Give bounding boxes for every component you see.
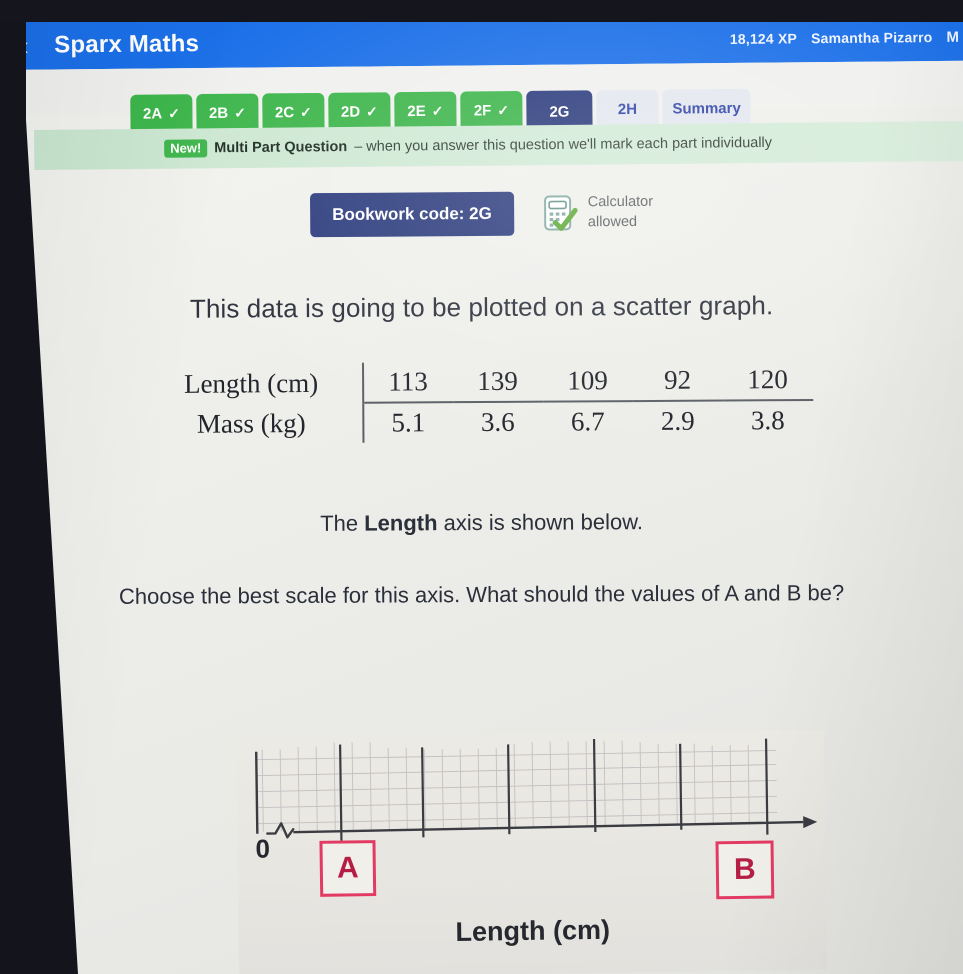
tab-2f[interactable]: 2F ✓ — [460, 90, 523, 130]
axis-arrow-icon — [803, 816, 818, 829]
user-name[interactable]: Samantha Pizarro — [811, 29, 933, 46]
tab-2e[interactable]: 2E ✓ — [394, 91, 457, 131]
grid-lines — [256, 740, 778, 832]
tab-2d[interactable]: 2D ✓ — [328, 92, 391, 131]
banner-description: – when you answer this question we'll ma… — [354, 134, 773, 155]
check-icon: ✓ — [234, 104, 246, 121]
screen-photo: ‹ Sparx Maths 18,124 XP Samantha Pizarro… — [0, 0, 963, 974]
question-intro: This data is going to be plotted on a sc… — [189, 290, 774, 324]
cell-mass-1: 5.1 — [391, 407, 426, 438]
axis-break-symbol — [266, 822, 295, 839]
multi-part-banner: New! Multi Part Question – when you answ… — [34, 121, 963, 170]
tab-2h[interactable]: 2H — [596, 89, 659, 129]
app-page: ‹ Sparx Maths 18,124 XP Samantha Pizarro… — [0, 22, 963, 974]
question-line-2-suffix: axis is shown below. — [437, 509, 644, 536]
app-title: Sparx Maths — [54, 30, 200, 59]
axis-zero-label: 0 — [255, 833, 271, 864]
cell-length-1: 113 — [362, 362, 453, 403]
cell-mass-2: 3.6 — [480, 406, 515, 438]
check-icon: ✓ — [497, 101, 510, 118]
tab-label: Summary — [672, 99, 741, 118]
answer-box-b[interactable]: B — [715, 840, 775, 900]
calculator-line-1: Calculator — [587, 194, 654, 211]
check-icon: ✓ — [168, 104, 180, 121]
banner-title: Multi Part Question — [214, 138, 348, 157]
check-icon: ✓ — [366, 102, 378, 119]
tab-label: 2H — [617, 100, 638, 118]
header-right-group: 18,124 XP Samantha Pizarro M — [730, 22, 963, 63]
answer-box-a[interactable]: A — [319, 840, 377, 897]
question-line-2-bold: Length — [364, 510, 438, 536]
cell-length-3: 109 — [542, 361, 633, 402]
row-header-mass: Mass (kg) — [150, 402, 363, 445]
cell-length-4: 92 — [632, 360, 723, 402]
tab-summary[interactable]: Summary — [662, 88, 751, 128]
cell-mass-4: 2.9 — [660, 405, 695, 436]
row-header-length: Length (cm) — [150, 362, 363, 405]
tab-label: 2C — [274, 103, 295, 121]
tab-label: 2F — [473, 101, 492, 119]
check-icon: ✓ — [300, 103, 312, 120]
tab-2b[interactable]: 2B ✓ — [196, 93, 259, 133]
tab-strip: 2A ✓ 2B ✓ 2C ✓ 2D ✓ 2E ✓ 2F ✓ 2G 2H Summ… — [0, 60, 963, 133]
tab-label: 2A — [142, 104, 163, 123]
axis-origin-stub — [254, 751, 259, 834]
tab-label: 2D — [340, 103, 361, 121]
tab-label: 2B — [208, 104, 229, 122]
table-row: Length (cm) 113 139 109 92 120 — [150, 359, 813, 405]
data-table-wrapper: Length (cm) 113 139 109 92 120 Mass (kg)… — [0, 359, 963, 445]
tab-2c[interactable]: 2C ✓ — [262, 92, 325, 132]
calculator-allowed-label: Calculator allowed — [588, 193, 654, 233]
cell-mass-5: 3.8 — [750, 405, 785, 436]
tab-label: 2G — [549, 103, 570, 121]
bookwork-code-badge: Bookwork code: 2G — [310, 191, 514, 238]
calculator-line-2: allowed — [587, 213, 638, 231]
cell-length-5: 120 — [722, 359, 813, 401]
calculator-allowed-icon — [542, 193, 578, 233]
data-table: Length (cm) 113 139 109 92 120 Mass (kg)… — [150, 359, 813, 445]
tab-label: 2E — [407, 102, 426, 120]
chevron-left-icon[interactable]: ‹ — [2, 31, 46, 61]
check-icon: ✓ — [431, 102, 444, 119]
cell-mass-3: 6.7 — [570, 406, 605, 437]
xp-counter: 18,124 XP — [729, 30, 798, 47]
calculator-allowed-group: Calculator allowed — [542, 193, 654, 234]
question-line-2: The Length axis is shown below. — [0, 507, 963, 538]
cell-length-2: 139 — [452, 361, 543, 403]
x-axis-line — [293, 820, 804, 834]
new-badge: New! — [164, 139, 208, 158]
bookwork-row: Bookwork code: 2G Calculator allowed — [0, 189, 963, 240]
table-row: Mass (kg) 5.1 3.6 6.7 2.9 3.8 — [150, 400, 813, 445]
axis-figure: 0 A B Length (cm) — [236, 729, 828, 974]
tab-2a[interactable]: 2A ✓ — [130, 94, 193, 133]
question-line-3: Choose the best scale for this axis. Wha… — [118, 580, 845, 609]
screen-bezel-top — [0, 0, 963, 22]
menu-more-label[interactable]: M — [946, 28, 959, 45]
question-line-2-prefix: The — [320, 510, 365, 536]
